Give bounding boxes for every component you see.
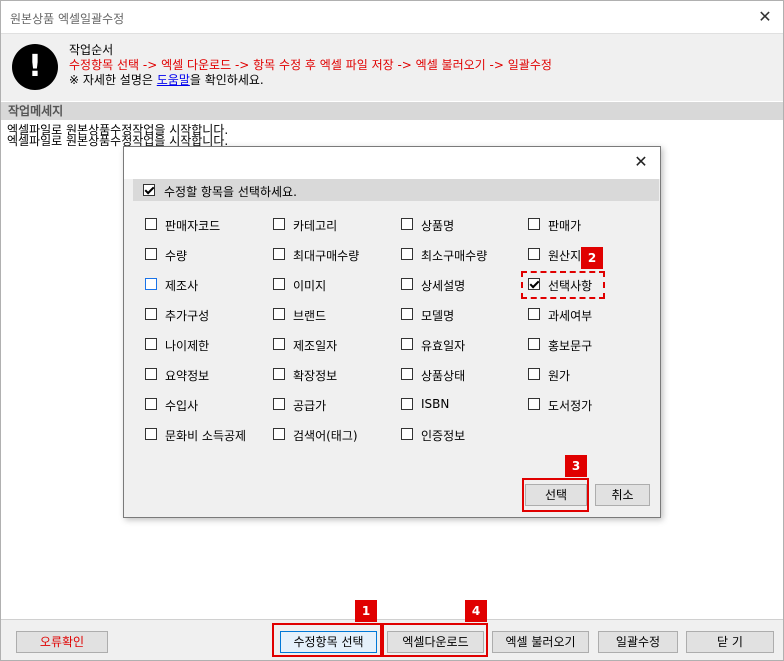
exclamation-icon: !: [12, 44, 58, 90]
item-checkbox[interactable]: [145, 248, 157, 260]
item-label[interactable]: 도서정가: [548, 397, 592, 414]
item-checkbox[interactable]: [145, 338, 157, 350]
dialog-close-icon[interactable]: ✕: [630, 151, 652, 173]
item-label[interactable]: 문화비 소득공제: [165, 427, 246, 444]
item-checkbox[interactable]: [528, 368, 540, 380]
close-button[interactable]: 닫 기: [686, 631, 774, 653]
select-all-checkbox[interactable]: [143, 184, 155, 196]
item-label[interactable]: 모델명: [421, 307, 454, 324]
callout-badge-1: 1: [355, 600, 377, 622]
item-label[interactable]: ISBN: [421, 397, 449, 411]
item-checkbox[interactable]: [145, 428, 157, 440]
item-checkbox[interactable]: [145, 398, 157, 410]
item-label[interactable]: 수입사: [165, 397, 198, 414]
item-label[interactable]: 원가: [548, 367, 570, 384]
help-suffix: 을 확인하세요.: [189, 73, 264, 87]
message-header: 작업메세지: [1, 102, 783, 120]
item-checkbox[interactable]: [273, 218, 285, 230]
item-label[interactable]: 상품명: [421, 217, 454, 234]
item-label[interactable]: 원산지: [548, 247, 581, 264]
select-items-button[interactable]: 수정항목 선택: [280, 631, 377, 653]
batch-edit-button[interactable]: 일괄수정: [598, 631, 678, 653]
item-checkbox[interactable]: [401, 368, 413, 380]
item-checkbox[interactable]: [401, 278, 413, 290]
item-label[interactable]: 이미지: [293, 277, 326, 294]
item-label[interactable]: 인증정보: [421, 427, 465, 444]
select-all-row[interactable]: 수정할 항목을 선택하세요.: [133, 179, 659, 201]
item-checkbox[interactable]: [401, 218, 413, 230]
help-prefix: ※ 자세한 설명은: [69, 73, 157, 87]
item-checkbox[interactable]: [528, 338, 540, 350]
item-label[interactable]: 판매가: [548, 217, 581, 234]
item-checkbox[interactable]: [528, 278, 540, 290]
dialog-cancel-button[interactable]: 취소: [595, 484, 650, 506]
item-label[interactable]: 제조일자: [293, 337, 337, 354]
item-checkbox[interactable]: [273, 278, 285, 290]
item-checkbox[interactable]: [145, 278, 157, 290]
item-checkbox[interactable]: [401, 338, 413, 350]
callout-badge-2: 2: [581, 247, 603, 269]
item-label[interactable]: 나이제한: [165, 337, 209, 354]
item-checkbox[interactable]: [273, 308, 285, 320]
item-checkbox[interactable]: [145, 368, 157, 380]
item-label[interactable]: 카테고리: [293, 217, 337, 234]
item-label[interactable]: 브랜드: [293, 307, 326, 324]
select-all-label: 수정할 항목을 선택하세요.: [164, 185, 297, 199]
item-label[interactable]: 과세여부: [548, 307, 592, 324]
help-link[interactable]: 도움말: [157, 73, 190, 87]
item-label[interactable]: 최대구매수량: [293, 247, 359, 264]
item-checkbox[interactable]: [273, 368, 285, 380]
item-checkbox[interactable]: [528, 308, 540, 320]
close-icon[interactable]: ✕: [753, 5, 777, 29]
item-label[interactable]: 검색어(태그): [293, 427, 358, 444]
callout-badge-3: 3: [565, 455, 587, 477]
item-checkbox[interactable]: [273, 398, 285, 410]
item-label[interactable]: 추가구성: [165, 307, 209, 324]
dialog-ok-button[interactable]: 선택: [525, 484, 587, 506]
window-title: 원본상품 엑셀일괄수정: [10, 12, 125, 26]
error-check-button[interactable]: 오류확인: [16, 631, 108, 653]
item-checkbox[interactable]: [273, 338, 285, 350]
item-checkbox[interactable]: [145, 308, 157, 320]
dialog-titlebar: ✕: [124, 147, 660, 179]
item-label[interactable]: 유효일자: [421, 337, 465, 354]
item-checkbox[interactable]: [401, 248, 413, 260]
item-label[interactable]: 최소구매수량: [421, 247, 487, 264]
item-label[interactable]: 요약정보: [165, 367, 209, 384]
item-checkbox[interactable]: [528, 218, 540, 230]
item-checkbox[interactable]: [273, 428, 285, 440]
item-label[interactable]: 확장정보: [293, 367, 337, 384]
item-checkbox[interactable]: [273, 248, 285, 260]
item-label[interactable]: 상품상태: [421, 367, 465, 384]
item-checkbox[interactable]: [528, 248, 540, 260]
item-checkbox[interactable]: [401, 428, 413, 440]
excel-load-button[interactable]: 엑셀 불러오기: [492, 631, 589, 653]
item-label[interactable]: 공급가: [293, 397, 326, 414]
item-label[interactable]: 홍보문구: [548, 337, 592, 354]
callout-badge-4: 4: [465, 600, 487, 622]
item-label[interactable]: 상세설명: [421, 277, 465, 294]
item-label[interactable]: 수량: [165, 247, 187, 264]
item-label[interactable]: 선택사항: [548, 277, 592, 294]
item-label[interactable]: 제조사: [165, 277, 198, 294]
item-checkbox[interactable]: [528, 398, 540, 410]
help-text: ※ 자세한 설명은 도움말을 확인하세요.: [69, 71, 264, 88]
item-label[interactable]: 판매자코드: [165, 217, 220, 234]
item-checkbox[interactable]: [145, 218, 157, 230]
item-checkbox[interactable]: [401, 308, 413, 320]
bottom-toolbar: 오류확인 수정항목 선택 엑셀다운로드 엑셀 불러오기 일괄수정 닫 기: [1, 619, 783, 660]
info-panel: ! 작업순서 수정항목 선택 -> 엑셀 다운로드 -> 항목 수정 후 엑셀 …: [1, 33, 783, 101]
title-bar: 원본상품 엑셀일괄수정 ✕: [1, 1, 783, 33]
excel-download-button[interactable]: 엑셀다운로드: [387, 631, 484, 653]
item-checkbox[interactable]: [401, 398, 413, 410]
